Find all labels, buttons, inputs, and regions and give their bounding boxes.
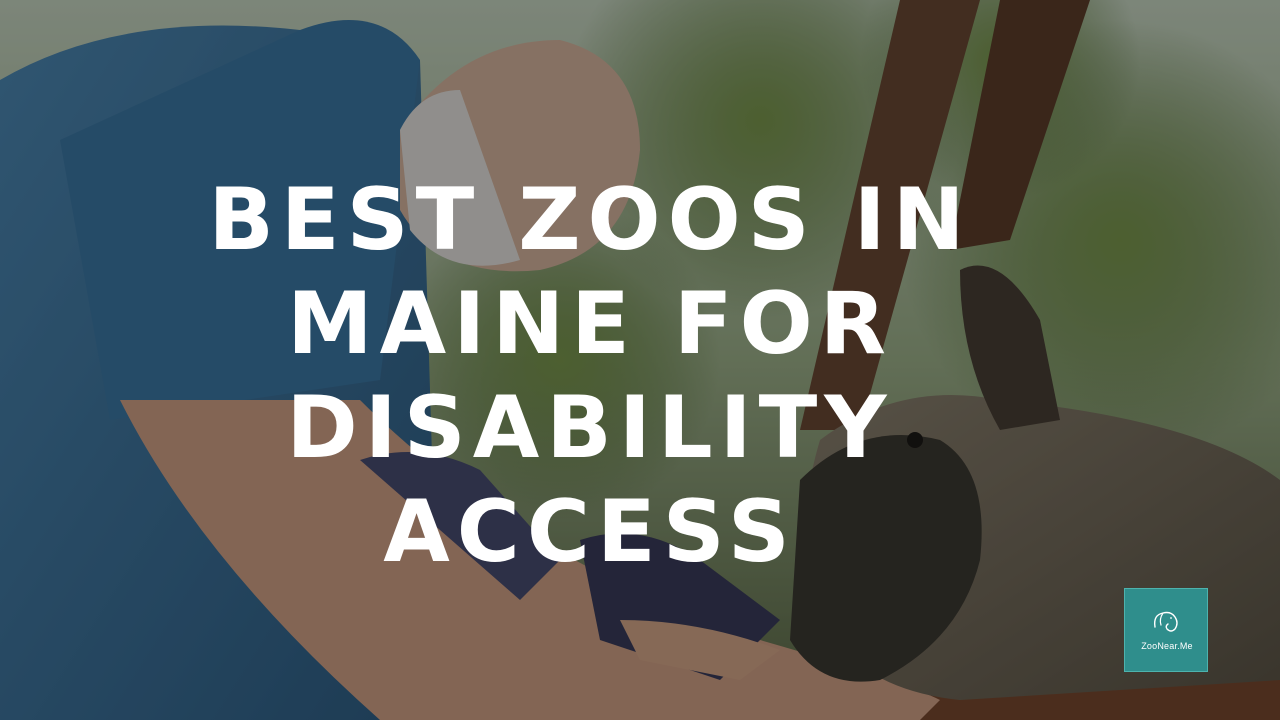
hero-banner: BEST ZOOS IN MAINE FOR DISABILITY ACCESS… bbox=[0, 0, 1280, 720]
title-line: BEST ZOOS IN bbox=[208, 170, 972, 270]
title-line: MAINE FOR bbox=[287, 274, 893, 374]
brand-logo: ZooNear.Me bbox=[1124, 588, 1208, 672]
title-line: ACCESS bbox=[383, 482, 797, 582]
elephant-logo-icon bbox=[1153, 611, 1178, 632]
title-line: DISABILITY bbox=[286, 378, 894, 478]
page-title: BEST ZOOS IN MAINE FOR DISABILITY ACCESS bbox=[140, 168, 1040, 584]
logo-text: ZooNear.Me bbox=[1141, 641, 1193, 651]
